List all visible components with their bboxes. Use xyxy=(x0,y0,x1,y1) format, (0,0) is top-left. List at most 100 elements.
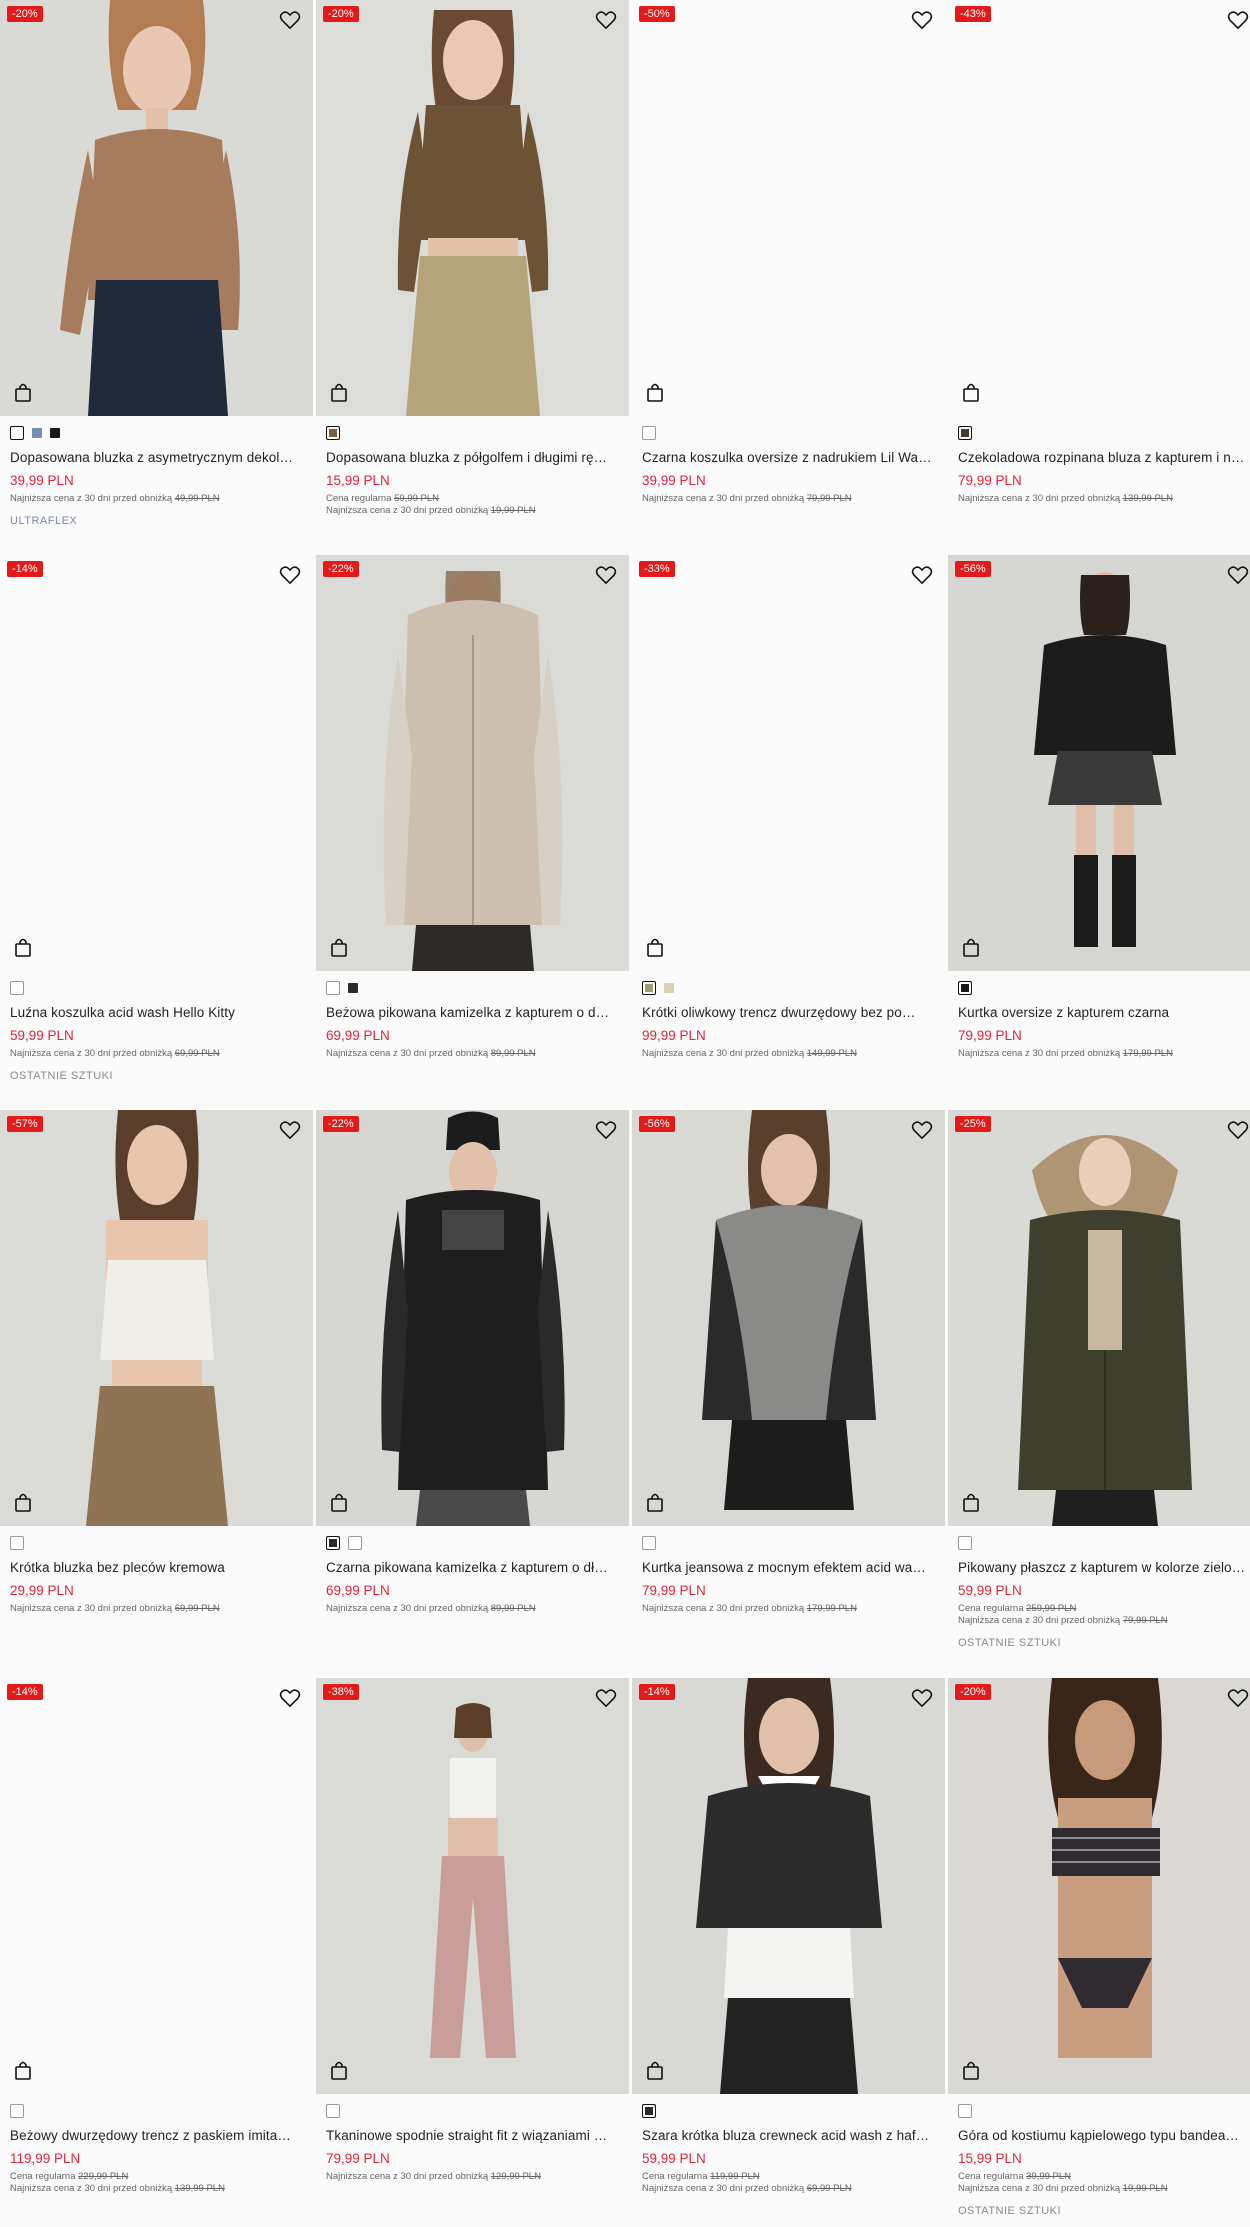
product-photo[interactable]: -22% xyxy=(316,555,629,971)
heart-icon[interactable] xyxy=(1227,10,1249,30)
product-card[interactable]: -22% Beżowa pikowana kamizelka z kapturem… xyxy=(316,555,629,1059)
product-card[interactable]: -25% Pikowany płaszcz z kapturem w kolorz… xyxy=(948,1110,1250,1649)
product-name[interactable]: Dopasowana bluzka z półgolfem i długimi … xyxy=(326,450,619,465)
product-photo[interactable]: -57% xyxy=(0,1110,313,1526)
shopping-bag-icon[interactable] xyxy=(646,1492,664,1512)
product-photo[interactable]: -33% xyxy=(632,555,945,971)
color-swatch[interactable] xyxy=(10,1536,24,1550)
product-photo[interactable]: -20% xyxy=(316,0,629,416)
product-card[interactable]: -14% Szara krótka bluza crewneck acid was… xyxy=(632,1678,945,2194)
product-card[interactable]: -50% Czarna koszulka oversize z nadrukiem… xyxy=(632,0,945,504)
heart-icon[interactable] xyxy=(595,1688,617,1708)
color-swatch[interactable] xyxy=(958,981,972,995)
heart-icon[interactable] xyxy=(1227,1688,1249,1708)
color-swatch[interactable] xyxy=(50,428,60,438)
product-name[interactable]: Krótka bluzka bez pleców kremowa xyxy=(10,1560,303,1575)
product-photo[interactable]: -43% xyxy=(948,0,1250,416)
heart-icon[interactable] xyxy=(279,1120,301,1140)
product-photo[interactable]: -56% xyxy=(632,1110,945,1526)
product-name[interactable]: Dopasowana bluzka z asymetrycznym dekol… xyxy=(10,450,303,465)
product-name[interactable]: Luźna koszulka acid wash Hello Kitty xyxy=(10,1005,303,1020)
heart-icon[interactable] xyxy=(1227,1120,1249,1140)
product-name[interactable]: Kurtka oversize z kapturem czarna xyxy=(958,1005,1250,1020)
product-name[interactable]: Czarna pikowana kamizelka z kapturem o d… xyxy=(326,1560,619,1575)
color-swatch[interactable] xyxy=(348,1536,362,1550)
color-swatch[interactable] xyxy=(958,2104,972,2118)
shopping-bag-icon[interactable] xyxy=(962,2060,980,2080)
product-photo[interactable]: -20% xyxy=(948,1678,1250,2094)
product-name[interactable]: Beżowy dwurzędowy trencz z paskiem imita… xyxy=(10,2128,303,2143)
color-swatch[interactable] xyxy=(326,426,340,440)
product-name[interactable]: Szara krótka bluza crewneck acid wash z … xyxy=(642,2128,935,2143)
product-photo[interactable]: -38% xyxy=(316,1678,629,2094)
product-photo[interactable]: -14% xyxy=(0,1678,313,2094)
color-swatch[interactable] xyxy=(10,426,24,440)
product-name[interactable]: Beżowa pikowana kamizelka z kapturem o d… xyxy=(326,1005,619,1020)
heart-icon[interactable] xyxy=(911,565,933,585)
color-swatch[interactable] xyxy=(958,426,972,440)
shopping-bag-icon[interactable] xyxy=(962,382,980,402)
shopping-bag-icon[interactable] xyxy=(646,2060,664,2080)
product-card[interactable]: -56% Kurtka jeansowa z mocnym efektem aci… xyxy=(632,1110,945,1614)
product-card[interactable]: -20% Góra od kostiumu kąpielowego typu ba… xyxy=(948,1678,1250,2217)
product-photo[interactable]: -50% xyxy=(632,0,945,416)
heart-icon[interactable] xyxy=(595,565,617,585)
shopping-bag-icon[interactable] xyxy=(14,1492,32,1512)
heart-icon[interactable] xyxy=(911,1120,933,1140)
product-name[interactable]: Kurtka jeansowa z mocnym efektem acid wa… xyxy=(642,1560,935,1575)
heart-icon[interactable] xyxy=(595,1120,617,1140)
product-card[interactable]: -20% Dopasowana bluzka z asymetrycznym de… xyxy=(0,0,313,527)
color-swatch[interactable] xyxy=(326,981,340,995)
color-swatch[interactable] xyxy=(326,1536,340,1550)
product-card[interactable]: -33% Krótki oliwkowy trencz dwurzędowy be… xyxy=(632,555,945,1059)
color-swatch[interactable] xyxy=(642,981,656,995)
shopping-bag-icon[interactable] xyxy=(646,937,664,957)
shopping-bag-icon[interactable] xyxy=(330,1492,348,1512)
product-card[interactable]: -20% Dopasowana bluzka z półgolfem i dług… xyxy=(316,0,629,516)
product-card[interactable]: -14% Beżowy dwurzędowy trencz z paskiem i… xyxy=(0,1678,313,2194)
shopping-bag-icon[interactable] xyxy=(330,937,348,957)
heart-icon[interactable] xyxy=(911,10,933,30)
heart-icon[interactable] xyxy=(1227,565,1249,585)
color-swatch[interactable] xyxy=(10,2104,24,2118)
heart-icon[interactable] xyxy=(595,10,617,30)
product-photo[interactable]: -14% xyxy=(0,555,313,971)
product-photo[interactable]: -25% xyxy=(948,1110,1250,1526)
product-name[interactable]: Tkaninowe spodnie straight fit z wiązani… xyxy=(326,2128,619,2143)
shopping-bag-icon[interactable] xyxy=(962,937,980,957)
product-card[interactable]: -38% Tkaninowe spodnie straight fit z wią… xyxy=(316,1678,629,2182)
product-name[interactable]: Krótki oliwkowy trencz dwurzędowy bez po… xyxy=(642,1005,935,1020)
heart-icon[interactable] xyxy=(279,1688,301,1708)
product-photo[interactable]: -14% xyxy=(632,1678,945,2094)
color-swatch[interactable] xyxy=(642,426,656,440)
product-card[interactable]: -43% Czekoladowa rozpinana bluza z kaptur… xyxy=(948,0,1250,504)
color-swatch[interactable] xyxy=(664,983,674,993)
color-swatch[interactable] xyxy=(348,983,358,993)
product-name[interactable]: Czarna koszulka oversize z nadrukiem Lil… xyxy=(642,450,935,465)
product-card[interactable]: -56% Kurtka oversize z kapturem czarna 79,… xyxy=(948,555,1250,1059)
product-card[interactable]: -22% Czarna pikowana kamizelka z kapturem… xyxy=(316,1110,629,1614)
color-swatch[interactable] xyxy=(10,981,24,995)
product-name[interactable]: Pikowany płaszcz z kapturem w kolorze zi… xyxy=(958,1560,1250,1575)
color-swatch[interactable] xyxy=(32,428,42,438)
product-name[interactable]: Góra od kostiumu kąpielowego typu bandea… xyxy=(958,2128,1250,2143)
color-swatch[interactable] xyxy=(642,1536,656,1550)
shopping-bag-icon[interactable] xyxy=(14,2060,32,2080)
shopping-bag-icon[interactable] xyxy=(330,382,348,402)
heart-icon[interactable] xyxy=(279,10,301,30)
product-name[interactable]: Czekoladowa rozpinana bluza z kapturem i… xyxy=(958,450,1250,465)
shopping-bag-icon[interactable] xyxy=(646,382,664,402)
shopping-bag-icon[interactable] xyxy=(14,382,32,402)
shopping-bag-icon[interactable] xyxy=(330,2060,348,2080)
product-photo[interactable]: -22% xyxy=(316,1110,629,1526)
product-card[interactable]: -14% Luźna koszulka acid wash Hello Kitty… xyxy=(0,555,313,1082)
heart-icon[interactable] xyxy=(279,565,301,585)
shopping-bag-icon[interactable] xyxy=(14,937,32,957)
color-swatch[interactable] xyxy=(326,2104,340,2118)
color-swatch[interactable] xyxy=(958,1536,972,1550)
product-card[interactable]: -57% Krótka bluzka bez pleców kremowa 29,9… xyxy=(0,1110,313,1614)
product-photo[interactable]: -56% xyxy=(948,555,1250,971)
color-swatch[interactable] xyxy=(642,2104,656,2118)
shopping-bag-icon[interactable] xyxy=(962,1492,980,1512)
heart-icon[interactable] xyxy=(911,1688,933,1708)
